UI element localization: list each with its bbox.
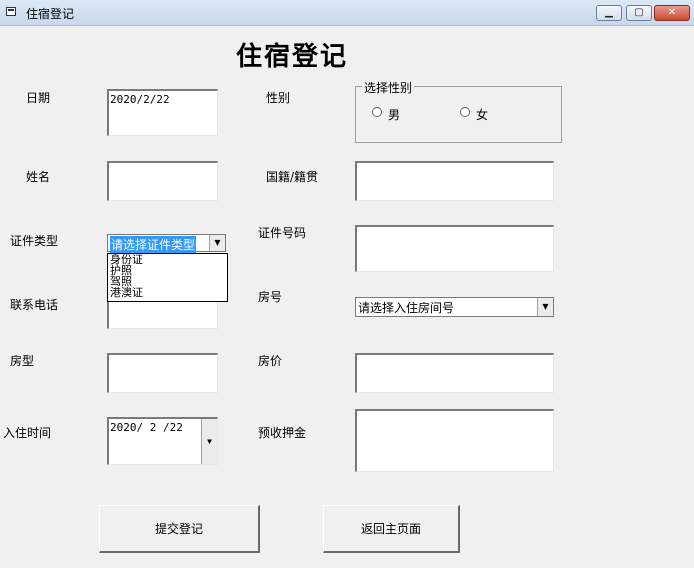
gender-legend: 选择性别 bbox=[362, 79, 415, 96]
checkin-datetime-picker[interactable]: 2020/ 2 /22 ▼ bbox=[107, 417, 218, 465]
id-type-selected: 请选择证件类型 bbox=[110, 236, 197, 253]
date-value: 2020/2/22 bbox=[110, 93, 170, 106]
checkin-time-value: 2020/ 2 /22 bbox=[110, 421, 183, 434]
room-number-select[interactable]: 请选择入住房间号 ▼ bbox=[355, 297, 554, 317]
name-input[interactable] bbox=[107, 161, 218, 201]
chevron-down-icon[interactable]: ▼ bbox=[209, 235, 225, 251]
deposit-input[interactable] bbox=[355, 409, 554, 472]
back-to-main-button[interactable]: 返回主页面 bbox=[323, 505, 460, 553]
page-title: 住宿登记 bbox=[236, 42, 349, 72]
male-radio-label[interactable]: 男 bbox=[388, 106, 400, 123]
chevron-down-icon[interactable]: ▼ bbox=[537, 298, 553, 316]
female-radio[interactable] bbox=[460, 107, 470, 117]
id-number-label: 证件号码 bbox=[258, 226, 307, 240]
submit-button[interactable]: 提交登记 bbox=[99, 505, 260, 553]
id-number-input[interactable] bbox=[355, 225, 554, 272]
date-field[interactable]: 2020/2/22 bbox=[107, 89, 218, 136]
maximize-button[interactable]: ▢ bbox=[626, 5, 652, 21]
date-label: 日期 bbox=[26, 91, 51, 105]
title-bar: 住宿登记 ▁ ▢ ✕ bbox=[0, 0, 694, 26]
room-type-label: 房型 bbox=[10, 354, 35, 368]
nationality-input[interactable] bbox=[355, 161, 554, 201]
male-radio[interactable] bbox=[372, 107, 382, 117]
id-type-label: 证件类型 bbox=[10, 234, 59, 248]
nationality-label: 国籍/籍贯 bbox=[266, 170, 319, 184]
id-type-select[interactable]: 请选择证件类型 ▼ bbox=[107, 234, 226, 253]
chevron-down-icon[interactable]: ▼ bbox=[201, 419, 217, 464]
minimize-button[interactable]: ▁ bbox=[596, 5, 622, 21]
gender-label: 性别 bbox=[266, 91, 291, 105]
room-type-input[interactable] bbox=[107, 353, 218, 393]
name-label: 姓名 bbox=[26, 170, 51, 184]
phone-label: 联系电话 bbox=[10, 298, 59, 312]
room-number-label: 房号 bbox=[258, 290, 283, 304]
id-type-dropdown-list: 身份证 护照 驾照 港澳证 bbox=[107, 253, 228, 302]
checkin-time-label: 入住时间 bbox=[3, 426, 52, 440]
room-price-input[interactable] bbox=[355, 353, 554, 393]
window-title: 住宿登记 bbox=[26, 7, 75, 21]
room-number-selected: 请选择入住房间号 bbox=[358, 301, 455, 315]
deposit-label: 预收押金 bbox=[258, 426, 307, 440]
female-radio-label[interactable]: 女 bbox=[476, 106, 488, 123]
list-item[interactable]: 港澳证 bbox=[110, 287, 227, 299]
room-price-label: 房价 bbox=[258, 354, 283, 368]
close-button[interactable]: ✕ bbox=[654, 5, 690, 21]
app-window-icon bbox=[6, 7, 16, 16]
